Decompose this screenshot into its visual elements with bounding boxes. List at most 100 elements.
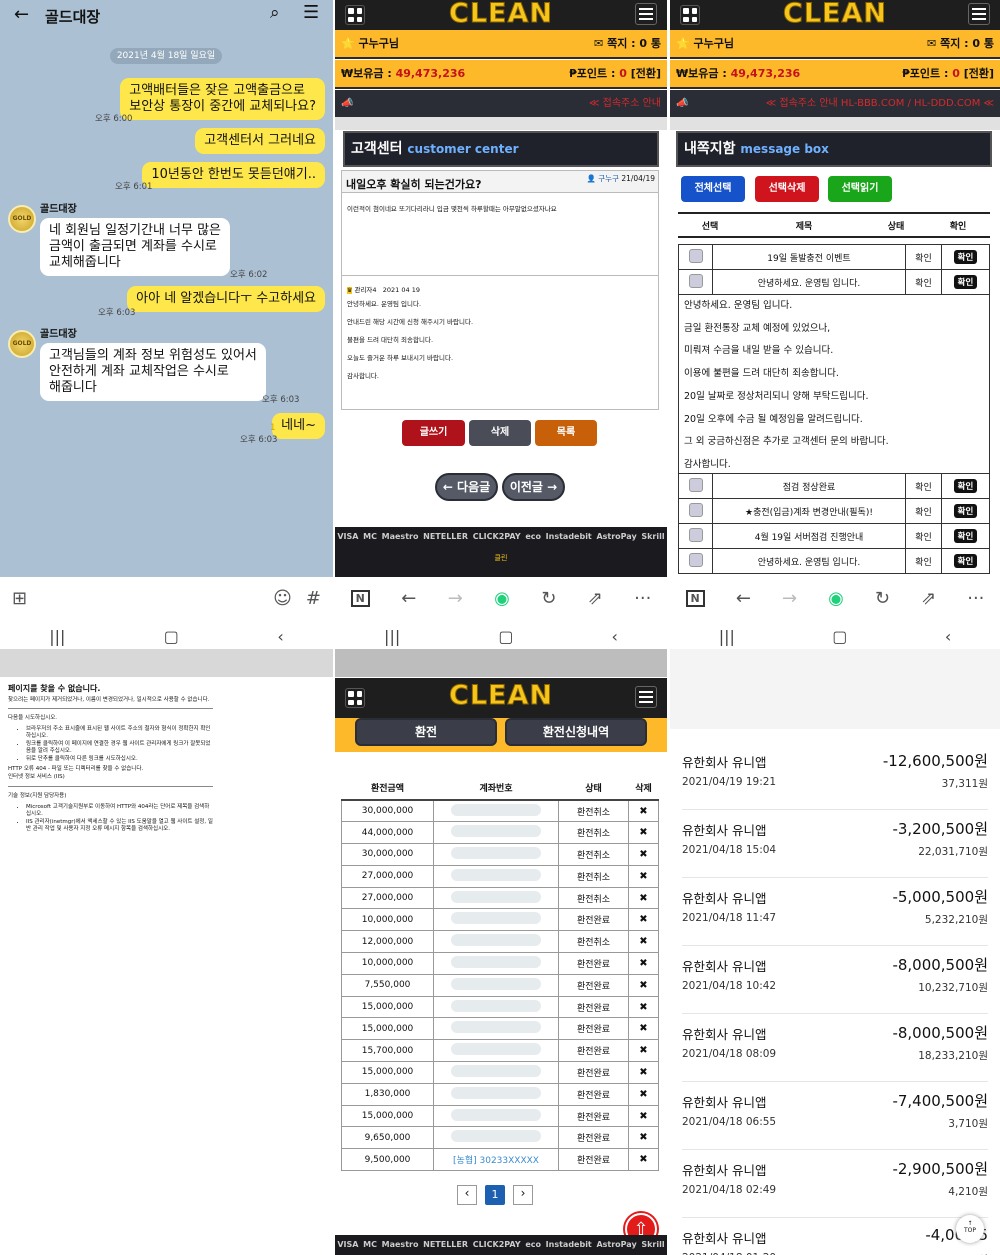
select-all-button[interactable]: 전체선택 bbox=[681, 176, 745, 202]
hamburger-icon[interactable] bbox=[635, 686, 657, 708]
row-checkbox[interactable] bbox=[688, 552, 703, 567]
naver-icon[interactable]: N bbox=[350, 589, 370, 607]
delete-icon[interactable]: ✖ bbox=[628, 930, 659, 954]
message-title[interactable]: 안녕하세요. 운영팀 입니다. bbox=[712, 548, 906, 574]
hamburger-icon[interactable] bbox=[635, 3, 657, 25]
delete-icon[interactable]: ✖ bbox=[628, 799, 659, 823]
top-button[interactable]: ↑ TOP bbox=[956, 1215, 984, 1243]
notes-link[interactable]: ✉ 쪽지 : 0 통 bbox=[594, 30, 661, 57]
next-page-button[interactable]: › bbox=[513, 1185, 533, 1205]
delete-icon[interactable]: ✖ bbox=[628, 1082, 659, 1106]
message-title[interactable]: 안녕하세요. 운영팀 입니다. bbox=[712, 269, 906, 295]
message-row[interactable]: 점검 정상완료 확인 확인 bbox=[678, 473, 990, 499]
home-icon[interactable]: ▢ bbox=[498, 627, 513, 646]
write-button[interactable]: 글쓰기 bbox=[402, 420, 465, 446]
transaction-item[interactable]: 유한회사 유니앱 -2,900,500원 2021/04/18 02:49 4,210… bbox=[682, 1150, 988, 1218]
avatar[interactable]: GOLD bbox=[8, 330, 36, 358]
delete-icon[interactable]: ✖ bbox=[628, 1126, 659, 1150]
confirm-button[interactable]: 확인 bbox=[953, 275, 978, 289]
confirm-button[interactable]: 확인 bbox=[953, 529, 978, 543]
message-row[interactable]: 안녕하세요. 운영팀 입니다. 확인 확인 bbox=[678, 548, 990, 574]
delete-icon[interactable]: ✖ bbox=[628, 821, 659, 845]
transaction-item[interactable]: 유한회사 유니앱 -5,000,500원 2021/04/18 11:47 5,232… bbox=[682, 878, 988, 946]
transaction-item[interactable]: 유한회사 유니앱 -3,200,500원 2021/04/18 15:04 22,03… bbox=[682, 810, 988, 878]
menu-icon[interactable]: ☰ bbox=[303, 2, 319, 23]
tab-withdraw[interactable]: 환전 bbox=[355, 718, 497, 746]
refresh-icon[interactable]: ↻ bbox=[875, 588, 890, 609]
search-icon[interactable]: ⌕ bbox=[270, 3, 280, 23]
convert-link[interactable]: [전환] bbox=[964, 67, 994, 80]
transaction-item[interactable]: 유한회사 유니앱 -8,000,500원 2021/04/18 10:42 10,23… bbox=[682, 946, 988, 1014]
transaction-item[interactable]: 유한회사 유니앱 -8,000,500원 2021/04/18 08:09 18,23… bbox=[682, 1014, 988, 1082]
read-selected-button[interactable]: 선택읽기 bbox=[828, 176, 892, 202]
delete-icon[interactable]: ✖ bbox=[628, 952, 659, 975]
home-icon[interactable]: ▢ bbox=[832, 627, 847, 646]
delete-icon[interactable]: ✖ bbox=[628, 973, 659, 997]
prev-page-button[interactable]: ‹ bbox=[457, 1185, 477, 1205]
delete-icon[interactable]: ✖ bbox=[628, 1017, 659, 1041]
delete-icon[interactable]: ✖ bbox=[628, 843, 659, 866]
notes-link[interactable]: ✉ 쪽지 : 0 통 bbox=[927, 30, 994, 57]
back-arrow-icon[interactable]: ← bbox=[736, 588, 751, 609]
more-icon[interactable]: ··· bbox=[634, 588, 651, 609]
row-checkbox[interactable] bbox=[688, 248, 703, 263]
delete-selected-button[interactable]: 선택삭제 bbox=[755, 176, 819, 202]
back-icon[interactable]: ‹ bbox=[277, 627, 283, 646]
list-button[interactable]: 목록 bbox=[535, 420, 597, 446]
hamburger-icon[interactable] bbox=[968, 3, 990, 25]
avatar[interactable]: GOLD bbox=[8, 205, 36, 233]
message-row[interactable]: 19일 돌발충전 이벤트 확인 확인 bbox=[678, 244, 990, 270]
green-dot-icon[interactable]: ◉ bbox=[494, 588, 510, 609]
row-checkbox[interactable] bbox=[688, 527, 703, 542]
page-1[interactable]: 1 bbox=[485, 1185, 505, 1205]
message-title[interactable]: 19일 돌발충전 이벤트 bbox=[712, 244, 906, 270]
recent-apps-icon[interactable]: ||| bbox=[49, 627, 65, 646]
transaction-item[interactable]: 유한회사 유니앱 -7,400,500원 2021/04/18 06:55 3,710… bbox=[682, 1082, 988, 1150]
message-row[interactable]: 4월 19일 서버점검 진행안내 확인 확인 bbox=[678, 523, 990, 549]
delete-button[interactable]: 삭제 bbox=[469, 420, 531, 446]
transaction-item[interactable]: 유한회사 유니앱-4,000,52021/04/18 01:202,904,71… bbox=[682, 1218, 988, 1255]
delete-icon[interactable]: ✖ bbox=[628, 1148, 659, 1172]
transaction-item[interactable]: 유한회사 유니앱 -12,600,500원 2021/04/19 19:21 37,3… bbox=[682, 742, 988, 810]
message-title[interactable]: 점검 정상완료 bbox=[712, 473, 906, 499]
more-icon[interactable]: ··· bbox=[967, 588, 984, 609]
delete-icon[interactable]: ✖ bbox=[628, 864, 659, 888]
delete-icon[interactable]: ✖ bbox=[628, 995, 659, 1019]
message-title[interactable]: 4월 19일 서버점검 진행안내 bbox=[712, 523, 906, 549]
message-title[interactable]: ★충전(입금)계좌 변경안내(필독)! bbox=[712, 498, 906, 524]
refresh-icon[interactable]: ↻ bbox=[541, 588, 556, 609]
home-icon[interactable]: ▢ bbox=[164, 627, 179, 646]
delete-icon[interactable]: ✖ bbox=[628, 1061, 659, 1084]
forward-arrow-icon[interactable]: → bbox=[782, 588, 797, 609]
share-icon[interactable]: ⇗ bbox=[588, 588, 603, 609]
back-arrow-icon[interactable]: ← bbox=[401, 588, 416, 609]
row-checkbox[interactable] bbox=[688, 502, 703, 517]
plus-icon[interactable]: ⊞ bbox=[12, 588, 27, 609]
message-row[interactable]: 안녕하세요. 운영팀 입니다. 확인 확인 bbox=[678, 269, 990, 295]
delete-icon[interactable]: ✖ bbox=[628, 908, 659, 932]
back-icon[interactable]: ‹ bbox=[612, 627, 618, 646]
prev-post-button[interactable]: ← 다음글 bbox=[435, 473, 498, 501]
confirm-button[interactable]: 확인 bbox=[953, 479, 978, 493]
recent-apps-icon[interactable]: ||| bbox=[384, 627, 400, 646]
confirm-button[interactable]: 확인 bbox=[953, 504, 978, 518]
confirm-button[interactable]: 확인 bbox=[953, 554, 978, 568]
back-arrow-icon[interactable]: ← bbox=[14, 4, 29, 25]
forward-arrow-icon[interactable]: → bbox=[448, 588, 463, 609]
message-row[interactable]: ★충전(입금)계좌 변경안내(필독)! 확인 확인 bbox=[678, 498, 990, 524]
hash-icon[interactable]: # bbox=[306, 588, 321, 609]
delete-icon[interactable]: ✖ bbox=[628, 1104, 659, 1128]
next-post-button[interactable]: 이전글 → bbox=[502, 473, 565, 501]
recent-apps-icon[interactable]: ||| bbox=[719, 627, 735, 646]
row-checkbox[interactable] bbox=[688, 273, 703, 288]
naver-icon[interactable]: N bbox=[685, 589, 705, 607]
delete-icon[interactable]: ✖ bbox=[628, 1039, 659, 1063]
convert-link[interactable]: [전환] bbox=[631, 67, 661, 80]
tab-withdraw-history[interactable]: 환전신청내역 bbox=[505, 718, 647, 746]
share-icon[interactable]: ⇗ bbox=[921, 588, 936, 609]
back-icon[interactable]: ‹ bbox=[945, 627, 951, 646]
row-checkbox[interactable] bbox=[688, 477, 703, 492]
confirm-button[interactable]: 확인 bbox=[953, 250, 978, 264]
emoji-icon[interactable]: ☺ bbox=[273, 588, 292, 609]
green-dot-icon[interactable]: ◉ bbox=[828, 588, 844, 609]
